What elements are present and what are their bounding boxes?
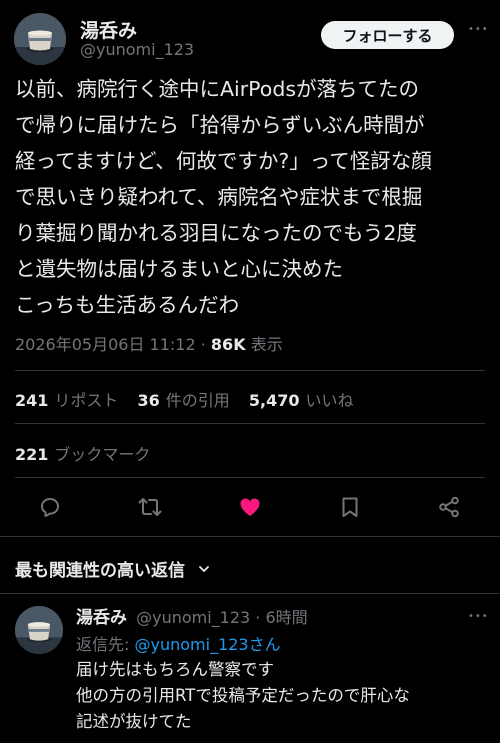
bookmark-button[interactable]: [338, 495, 362, 519]
bookmarks-label: ブックマーク: [54, 445, 151, 464]
bookmarks-stat[interactable]: 221 ブックマーク: [15, 441, 150, 465]
reposts-label: リポスト: [54, 391, 119, 410]
chevron-down-icon: [197, 561, 211, 581]
repost-button[interactable]: [137, 495, 163, 519]
reply-icon: [41, 498, 59, 517]
reply-to-line: 返信先: @yunomi_123さん: [76, 631, 281, 655]
views-count: 86K: [210, 335, 246, 354]
replies-sort-label: 最も関連性の高い返信: [15, 561, 185, 581]
quotes-count: 36: [137, 391, 160, 410]
author-name[interactable]: 湯呑み: [80, 16, 137, 43]
reply-to-handle-link[interactable]: @yunomi_123さん: [135, 635, 281, 654]
like-button[interactable]: [238, 495, 262, 519]
divider: [0, 593, 500, 594]
reply-to-prefix: 返信先:: [76, 635, 130, 654]
divider: [15, 423, 485, 424]
divider: [15, 477, 485, 478]
replies-sort-dropdown[interactable]: 最も関連性の高い返信: [15, 556, 211, 581]
tweet-meta: 2026年05月06日 11:12 · 86K 表示: [15, 331, 283, 355]
divider: [0, 536, 500, 537]
reply-button[interactable]: [38, 495, 62, 519]
stats-row: 241 リポスト 36 件の引用 5,470 いいね: [15, 387, 354, 411]
meta-separator: ·: [200, 335, 206, 354]
likes-stat[interactable]: 5,470 いいね: [249, 391, 354, 410]
tweet-timestamp[interactable]: 2026年05月06日 11:12: [15, 335, 196, 354]
teacup-avatar-image: [14, 13, 66, 65]
author-handle[interactable]: @yunomi_123: [80, 40, 194, 59]
reply-more-options-icon[interactable]: •••: [468, 611, 489, 622]
reply-time[interactable]: · 6時間: [255, 608, 307, 627]
bookmark-icon: [342, 497, 358, 517]
quotes-label: 件の引用: [165, 391, 230, 410]
reply-author-handle[interactable]: @yunomi_123: [136, 608, 250, 627]
share-button[interactable]: [437, 495, 461, 519]
repost-icon: [138, 498, 162, 516]
share-icon: [439, 496, 459, 518]
more-options-icon[interactable]: •••: [468, 24, 489, 35]
reply-author-avatar[interactable]: [15, 606, 63, 654]
bookmarks-count: 221: [15, 445, 49, 464]
reposts-count: 241: [15, 391, 49, 410]
reply-author-name[interactable]: 湯呑み: [76, 608, 127, 628]
likes-label: いいね: [305, 391, 354, 410]
views-label: 表示: [250, 335, 283, 354]
teacup-avatar-image: [15, 606, 63, 654]
heart-icon: [240, 498, 260, 516]
follow-button[interactable]: フォローする: [321, 21, 454, 49]
reposts-stat[interactable]: 241 リポスト: [15, 391, 118, 410]
quotes-stat[interactable]: 36 件の引用: [138, 391, 230, 410]
likes-count: 5,470: [248, 391, 300, 410]
reply-header: 湯呑み @yunomi_123 · 6時間: [76, 603, 308, 628]
reply-text: 届け先はもちろん警察です 他の方の引用RTで投稿予定だったので肝心な 記述が抜け…: [76, 660, 410, 731]
divider: [15, 370, 485, 371]
tweet-text: 以前、病院行く途中にAirPodsが落ちてたの で帰りに届けたら「拾得からずいぶ…: [15, 77, 432, 317]
author-avatar[interactable]: [14, 13, 66, 65]
